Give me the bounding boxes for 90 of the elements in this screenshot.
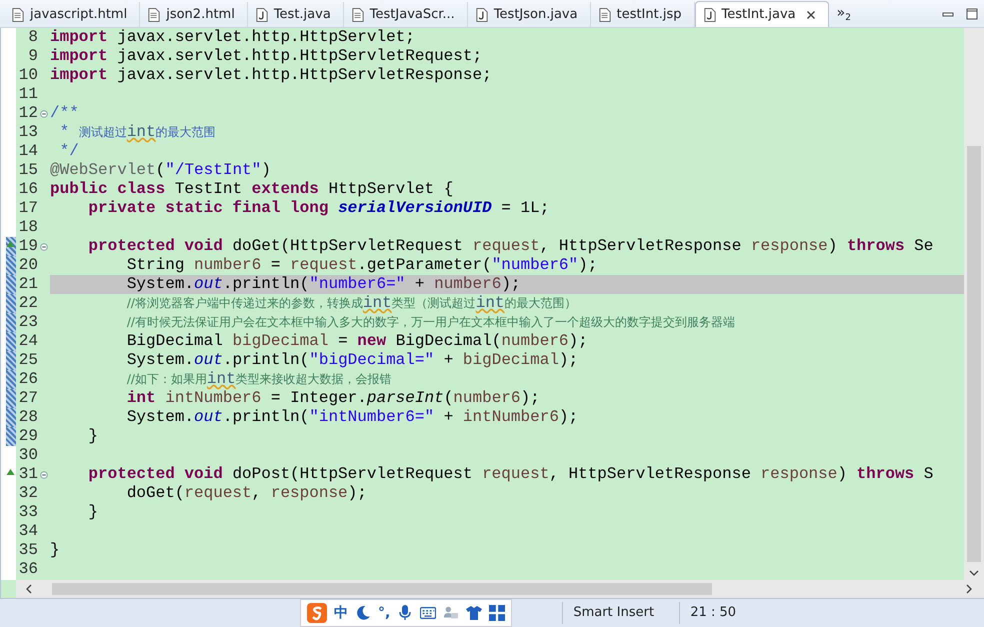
collapse-icon[interactable]	[40, 470, 48, 478]
input-method-logo-icon[interactable]	[307, 603, 327, 623]
file-icon	[12, 8, 24, 22]
editor-tab[interactable]: TestInt.java	[694, 1, 829, 27]
code-line: }	[87, 427, 98, 446]
code-line: System.out.println("bigDecimal=" + bigDecimal);	[126, 351, 578, 370]
code-line: doGet(request, response);	[126, 484, 367, 503]
maximize-icon[interactable]	[966, 8, 978, 20]
line-number: 26	[18, 370, 38, 389]
java-file-icon	[704, 8, 716, 22]
code-line: System.out.println("intNumber6=" + intNumber6);	[126, 408, 578, 427]
line-number: 30	[18, 446, 38, 465]
punctuation-toggle[interactable]: °,	[378, 605, 390, 621]
scrollbar-thumb[interactable]	[52, 583, 712, 595]
code-line: import javax.servlet.http.HttpServletResponse;	[50, 66, 492, 85]
line-number: 8	[27, 28, 38, 47]
code-line: }	[87, 503, 98, 522]
line-number: 33	[18, 503, 38, 522]
code-line: //如下：如果用int类型来接收超大数据，会报错	[126, 370, 392, 389]
line-number: 13	[18, 123, 38, 142]
line-number: 16	[18, 180, 38, 199]
line-number: 32	[18, 484, 38, 503]
line-number: 15	[18, 161, 38, 180]
input-mode-toggle[interactable]: 中	[334, 604, 348, 622]
code-line: public class TestInt extends HttpServlet {	[50, 180, 454, 199]
insert-mode-label: Smart Insert	[562, 602, 674, 624]
code-line: @WebServlet("/TestInt")	[50, 161, 271, 180]
vertical-scrollbar[interactable]	[964, 28, 984, 580]
scroll-right-icon[interactable]	[966, 584, 972, 594]
code-line: System.out.println("number6=" + number6);	[126, 275, 521, 294]
line-number: 18	[18, 218, 38, 237]
line-number: 17	[18, 199, 38, 218]
cursor-position-label: 21 : 50	[679, 602, 746, 624]
close-icon[interactable]	[806, 10, 816, 20]
file-icon	[352, 8, 364, 22]
editor-tab[interactable]: TestJson.java	[468, 2, 591, 27]
java-file-icon	[476, 8, 488, 22]
line-number: 12	[18, 104, 38, 123]
code-line: /**	[50, 104, 79, 123]
code-line: import javax.servlet.http.HttpServletRequest;	[50, 47, 482, 66]
file-icon	[148, 8, 160, 22]
line-number: 23	[18, 313, 38, 332]
code-line: BigDecimal bigDecimal = new BigDecimal(number6);	[126, 332, 588, 351]
keyboard-icon[interactable]	[420, 605, 436, 621]
line-number: 25	[18, 351, 38, 370]
editor-tab[interactable]: Test.java	[248, 2, 344, 27]
code-line: int intNumber6 = Integer.parseInt(number6);	[126, 389, 540, 408]
line-number: 24	[18, 332, 38, 351]
moon-icon[interactable]	[355, 605, 371, 621]
editor-tab[interactable]: javascript.html	[4, 2, 140, 27]
file-icon	[598, 8, 611, 22]
code-line: protected void doPost(HttpServletRequest request, HttpServletResponse response) throws S	[87, 465, 934, 484]
collapse-icon[interactable]	[40, 110, 48, 118]
scroll-down-icon[interactable]	[969, 570, 979, 576]
code-line: */	[58, 142, 79, 161]
more-tabs-button[interactable]: »$_{2}$	[828, 5, 859, 27]
code-line: //有时候无法保证用户会在文本框中输入多大的数字，万一用户在文本框中输入了一个超级大的数字提交到服务器端	[126, 314, 735, 331]
code-line: import javax.servlet.http.HttpServlet;	[50, 28, 415, 47]
line-number: 36	[18, 560, 38, 579]
line-number: 34	[18, 522, 38, 541]
scrollbar-thumb[interactable]	[967, 146, 981, 562]
code-line: * 测试超过int的最大范围	[58, 123, 216, 142]
editor-tab[interactable]: TestJavaScr...	[344, 2, 468, 27]
code-line: protected void doGet(HttpServletRequest request, HttpServletResponse response) throws Se	[87, 237, 934, 256]
code-line: }	[50, 541, 60, 560]
line-number: 31	[18, 465, 38, 484]
microphone-icon[interactable]	[397, 605, 414, 621]
collapse-icon[interactable]	[40, 242, 48, 250]
line-number: 21	[18, 275, 38, 294]
line-number: 27	[18, 389, 38, 408]
horizontal-scrollbar[interactable]	[16, 580, 984, 598]
editor-tab[interactable]: testInt.jsp	[590, 2, 694, 27]
line-number: 14	[18, 142, 38, 161]
grid-icon[interactable]	[489, 605, 506, 621]
scroll-left-icon[interactable]	[26, 584, 32, 594]
line-number: 11	[18, 85, 38, 104]
line-number: 9	[27, 47, 38, 66]
line-number: 10	[18, 66, 38, 85]
editor-tab[interactable]: json2.html	[140, 2, 248, 27]
line-number: 35	[18, 541, 38, 560]
line-number: 22	[18, 294, 38, 313]
code-line: String number6 = request.getParameter("number6");	[126, 256, 598, 275]
code-line: //将浏览器客户端中传递过来的参数，转换成int类型（测试超过int的最大范围）	[126, 294, 577, 313]
shirt-icon[interactable]	[466, 605, 482, 621]
line-number: 19	[18, 237, 38, 256]
line-number: 29	[18, 427, 38, 446]
java-file-icon	[256, 8, 268, 22]
code-line: private static final long serialVersionUID = 1L;	[87, 199, 550, 218]
line-number: 28	[18, 408, 38, 427]
line-number: 20	[18, 256, 38, 275]
